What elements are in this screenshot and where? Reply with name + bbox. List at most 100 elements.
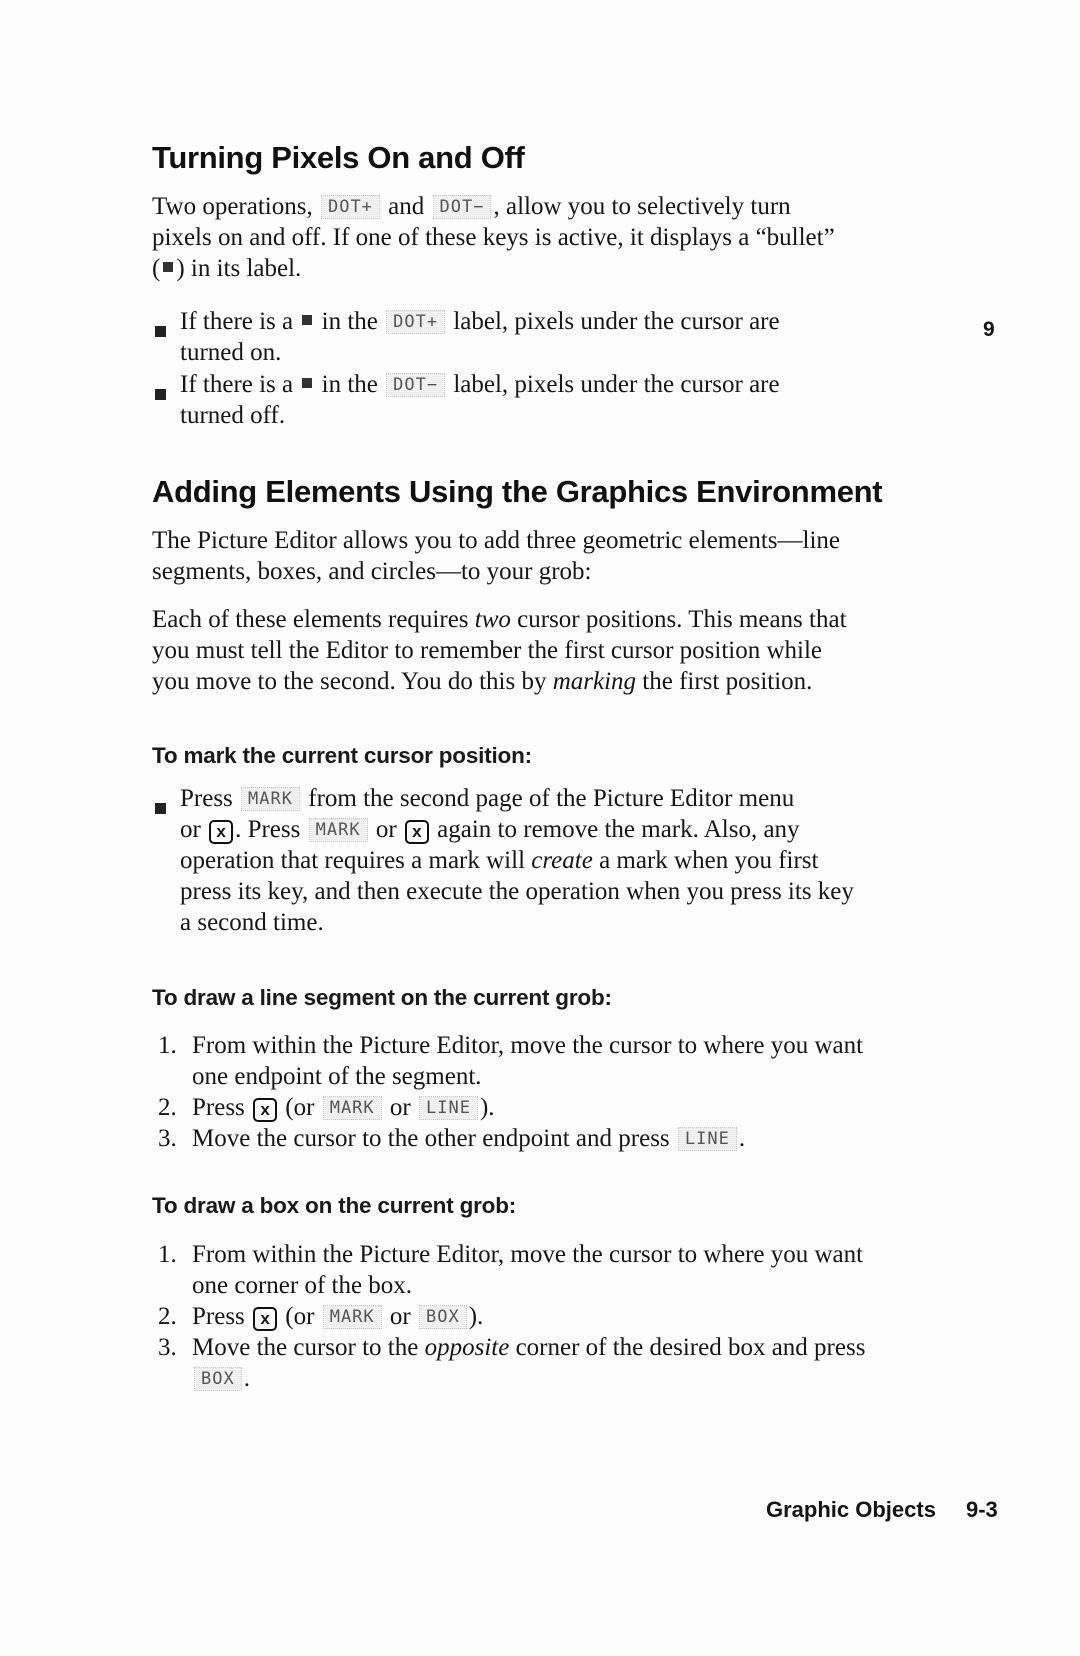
subsection-title-line: To draw a line segment on the current gr… [152, 985, 612, 1010]
text: label, pixels under the cursor are [453, 371, 780, 398]
box-key: BOX [194, 1367, 242, 1391]
mark-line-4: press its key, and then execute the oper… [180, 878, 854, 905]
text: the first position. [642, 668, 813, 695]
bullet-icon [302, 315, 313, 325]
text: . [243, 1365, 250, 1392]
text: operation that requires a mark will [180, 847, 526, 874]
bullet-icon [302, 378, 313, 388]
text: in the [321, 308, 378, 335]
bullet-2-line-2: turned off. [180, 402, 286, 429]
text: ). [479, 1094, 495, 1121]
text: and [388, 193, 425, 220]
text: , allow you to selectively turn [493, 193, 791, 220]
text: or [389, 1303, 411, 1330]
text: or [180, 816, 201, 843]
line-key: LINE [677, 1127, 737, 1151]
mark-key: MARK [322, 1096, 382, 1120]
text: in the [321, 371, 378, 398]
dot-minus-key: DOT− [432, 195, 492, 219]
mark-line-3: operation that requires a mark will crea… [180, 845, 818, 877]
x-key-icon: x [404, 820, 429, 844]
box-step-3-line-1: Move the cursor to the opposite corner o… [192, 1332, 865, 1364]
bullet-2-line-1: If there is a in the DOT− label, pixels … [180, 369, 780, 401]
text: If there is a [180, 308, 294, 335]
text: (or [285, 1094, 315, 1121]
text: (or [285, 1303, 315, 1330]
p2-line-1: Each of these elements requires two curs… [152, 604, 847, 636]
text: Press [192, 1094, 245, 1121]
x-key-icon: x [253, 1098, 278, 1122]
text: again to remove the mark. Also, any [437, 816, 800, 843]
line-step-3: Move the cursor to the other endpoint an… [192, 1123, 745, 1155]
text: corner of the desired box and press [515, 1334, 866, 1361]
text: from the second page of the Picture Edit… [308, 785, 795, 812]
text: Two operations, [152, 193, 313, 220]
bullet-1-line-2: turned on. [180, 339, 282, 366]
box-step-1-line-1: From within the Picture Editor, move the… [192, 1241, 864, 1268]
step-number: 2. [158, 1303, 177, 1330]
text: Move the cursor to the [192, 1334, 419, 1361]
text: two [474, 606, 511, 633]
p2-line-3: you move to the second. You do this by m… [152, 666, 812, 698]
text: cursor positions. This means that [517, 606, 847, 633]
text: or [389, 1094, 411, 1121]
text: you move to the second. You do this by [152, 668, 547, 695]
dot-plus-key: DOT+ [386, 310, 446, 334]
step-number: 3. [158, 1334, 177, 1361]
x-key-icon: x [209, 820, 234, 844]
text: label, pixels under the cursor are [453, 308, 780, 335]
footer-title: Graphic Objects [766, 1497, 936, 1522]
box-step-1-line-2: one corner of the box. [192, 1272, 413, 1299]
text: . [738, 1125, 746, 1152]
text: If there is a [180, 371, 294, 398]
text: ). [468, 1303, 484, 1330]
step-number: 1. [158, 1032, 177, 1059]
line-step-1-line-2: one endpoint of the segment. [192, 1063, 482, 1090]
text: ) in its label. [176, 255, 302, 282]
intro-line-2: pixels on and off. If one of these keys … [152, 224, 835, 251]
subsection-title-box: To draw a box on the current grob: [152, 1193, 517, 1218]
section-title-turning-pixels: Turning Pixels On and Off [152, 140, 525, 175]
text: marking [552, 668, 637, 695]
text: . Press [235, 816, 301, 843]
line-step-1-line-1: From within the Picture Editor, move the… [192, 1032, 864, 1059]
chapter-tab: 9 [983, 318, 995, 341]
step-number: 1. [158, 1241, 177, 1268]
text: Press [192, 1303, 245, 1330]
list-bullet-icon [155, 326, 166, 337]
text: a mark when you first [599, 847, 819, 874]
dot-minus-key: DOT− [386, 373, 446, 397]
mark-key: MARK [322, 1305, 382, 1329]
line-step-2: Press x (or MARK or LINE). [192, 1092, 495, 1124]
text: or [375, 816, 397, 843]
step-number: 2. [158, 1094, 177, 1121]
bullet-1-line-1: If there is a in the DOT+ label, pixels … [180, 306, 780, 338]
subsection-title-mark: To mark the current cursor position: [152, 743, 532, 768]
x-key-icon: x [253, 1307, 278, 1331]
text: Press [180, 785, 233, 812]
list-bullet-icon [155, 389, 166, 400]
dot-plus-key: DOT+ [320, 195, 380, 219]
intro-line-1: Two operations, DOT+ and DOT−, allow you… [152, 191, 791, 223]
mark-line-2: or x. Press MARK or x again to remove th… [180, 814, 800, 846]
line-key: LINE [418, 1096, 478, 1120]
mark-line-1: Press MARK from the second page of the P… [180, 783, 794, 815]
box-key: BOX [418, 1305, 467, 1329]
text: Move the cursor to the other endpoint an… [192, 1125, 670, 1152]
p1-line-1: The Picture Editor allows you to add thr… [152, 527, 840, 554]
bullet-icon [163, 262, 174, 272]
text: opposite [424, 1334, 510, 1361]
text: create [531, 847, 593, 874]
intro-line-3: ( ) in its label. [152, 253, 301, 285]
text: ( [152, 255, 161, 282]
p1-line-2: segments, boxes, and circles—to your gro… [152, 558, 592, 585]
mark-key: MARK [308, 818, 368, 842]
step-number: 3. [158, 1125, 177, 1152]
section-title-adding-elements: Adding Elements Using the Graphics Envir… [152, 474, 883, 509]
mark-line-5: a second time. [180, 909, 324, 936]
list-bullet-icon [155, 803, 166, 814]
mark-key: MARK [241, 787, 300, 811]
box-step-3-line-2: BOX. [192, 1363, 250, 1395]
box-step-2: Press x (or MARK or BOX). [192, 1301, 483, 1333]
manual-page: 9 Turning Pixels On and Off Two operatio… [0, 0, 1080, 1656]
